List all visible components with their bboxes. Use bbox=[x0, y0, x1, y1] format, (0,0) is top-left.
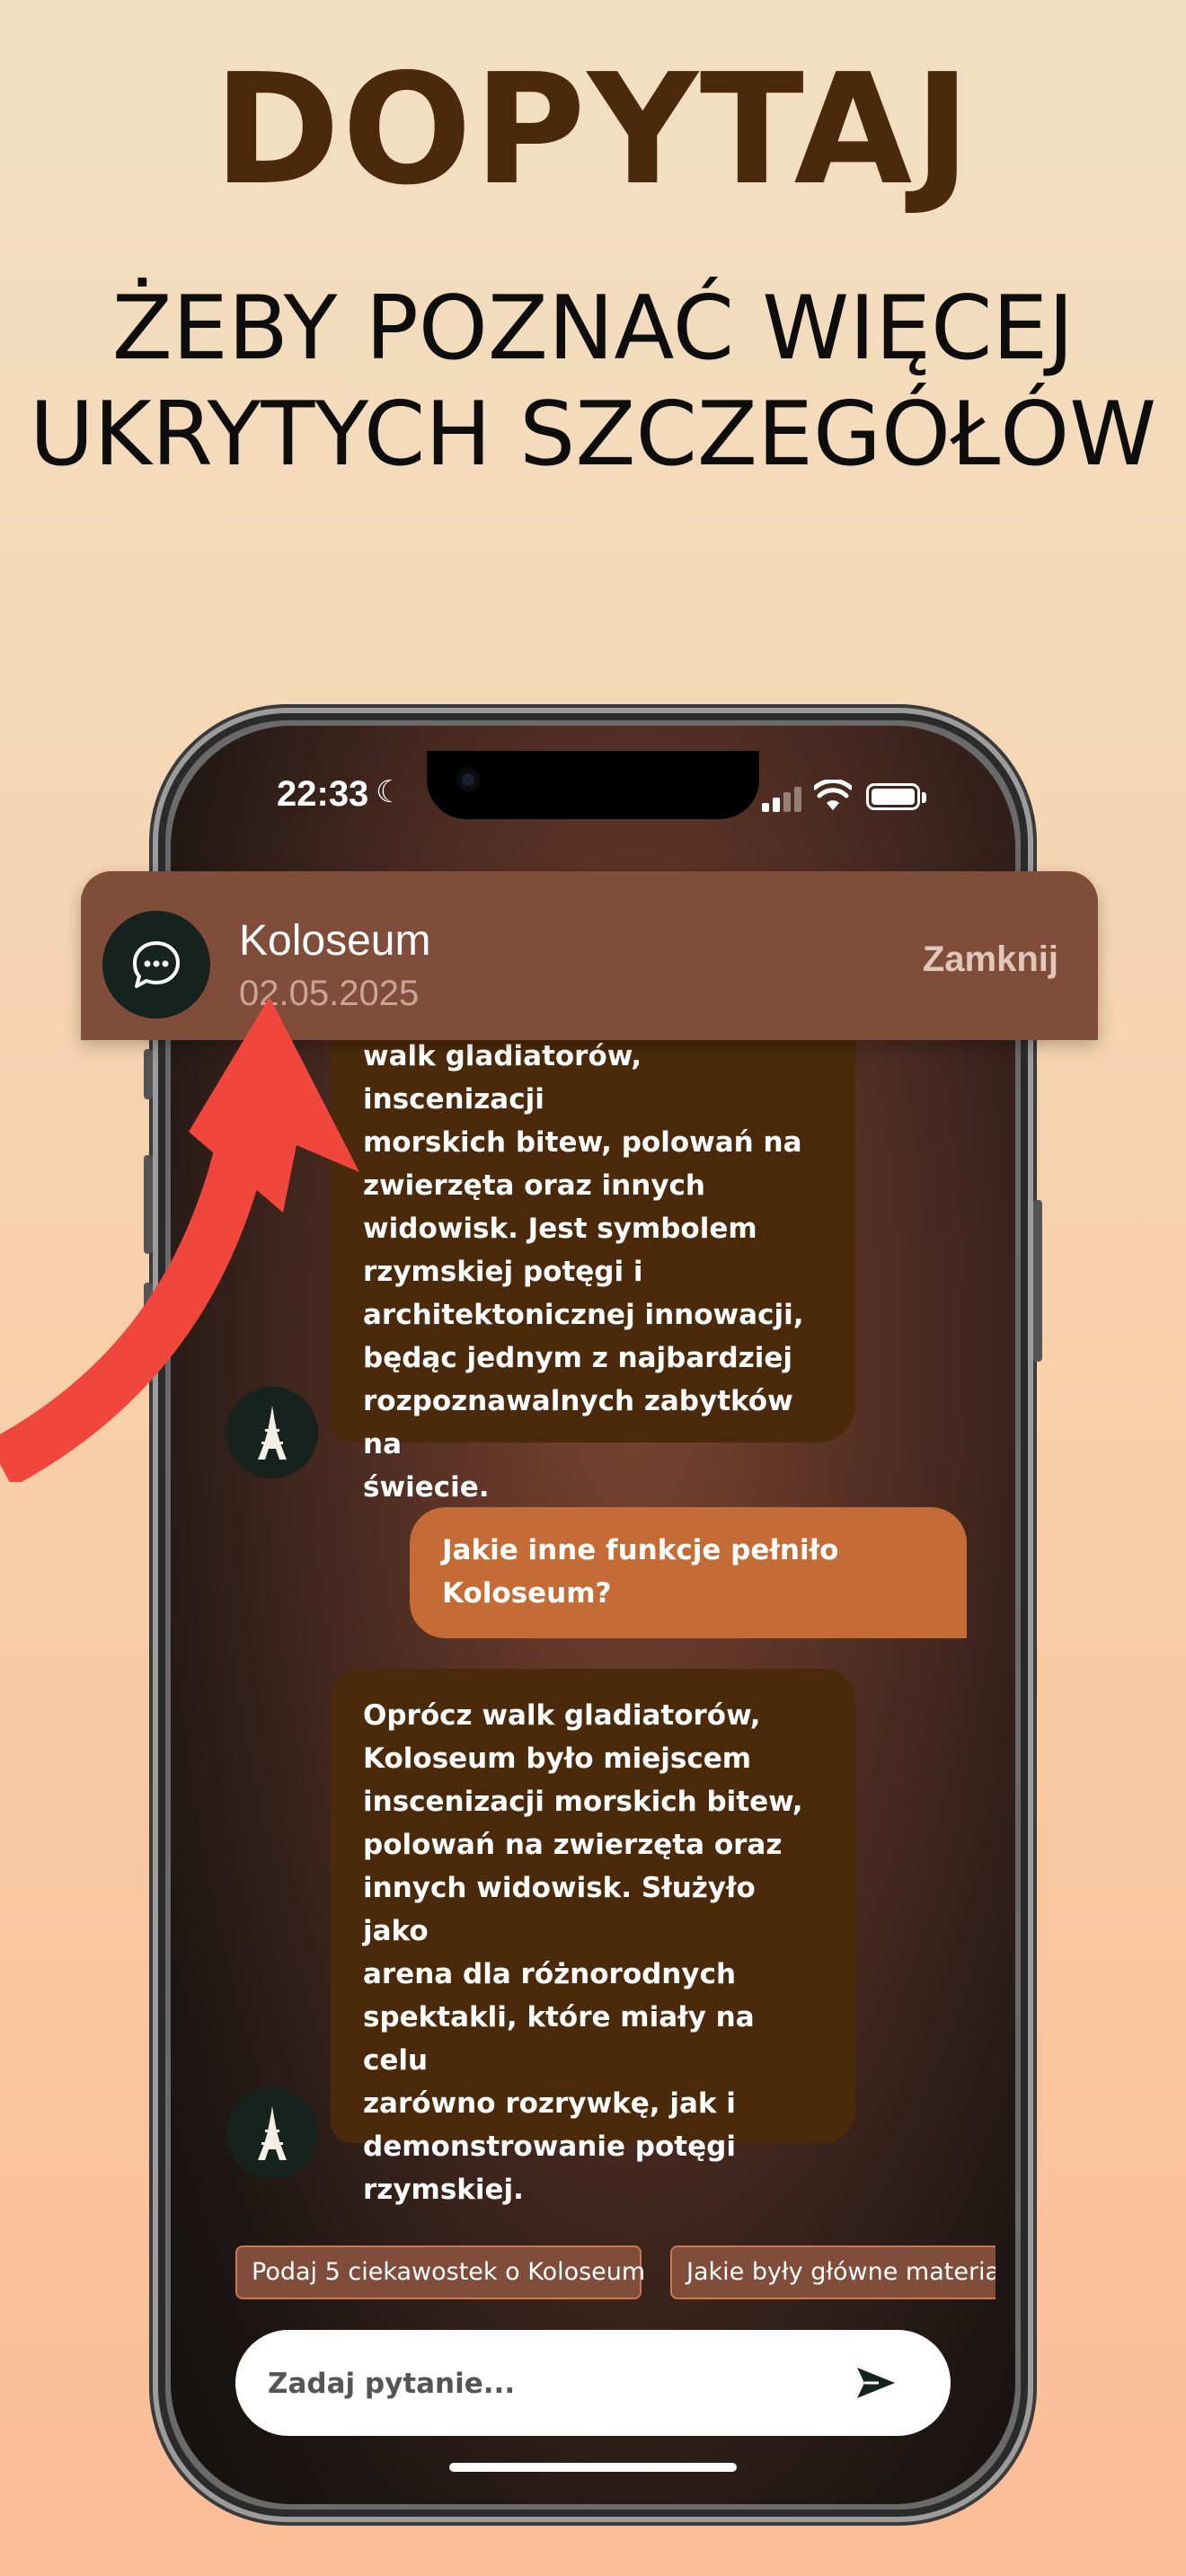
promo-subline-1: ŻEBY POZNAĆ WIĘCEJ bbox=[111, 278, 1075, 380]
message-line: Oprócz walk gladiatorów, bbox=[363, 1699, 761, 1732]
moon-icon: ☾ bbox=[376, 774, 403, 810]
message-line: arena dla różnorodnych bbox=[363, 1958, 737, 1990]
battery-tip bbox=[922, 792, 926, 803]
suggestion-chip[interactable]: Podaj 5 ciekawostek o Koloseum bbox=[235, 2245, 645, 2299]
close-button[interactable]: Zamknij bbox=[923, 940, 1058, 980]
message-line: rozpoznawalnych zabytków na bbox=[363, 1385, 793, 1460]
message-line: będąc jednym z najbardziej bbox=[363, 1342, 793, 1374]
send-icon[interactable] bbox=[848, 2360, 902, 2405]
message-line: architektonicznej innowacji, bbox=[363, 1299, 804, 1331]
user-message-bubble: Jakie inne funkcje pełniło Koloseum? bbox=[410, 1507, 967, 1638]
status-time: 22:33 bbox=[277, 774, 369, 814]
message-line: rzymskiej potęgi i bbox=[363, 1256, 643, 1288]
message-line: inscenizacji morskich bitew, bbox=[363, 1786, 803, 1818]
message-line: Jakie inne funkcje pełniło bbox=[442, 1534, 839, 1566]
wifi-icon bbox=[814, 780, 852, 810]
message-line: Koloseum? bbox=[442, 1577, 612, 1610]
assistant-avatar bbox=[226, 2087, 318, 2179]
message-line: walk gladiatorów, inscenizacji bbox=[363, 1040, 642, 1116]
assistant-message-bubble: walk gladiatorów, inscenizacji morskich … bbox=[331, 1006, 855, 1504]
home-indicator bbox=[449, 2463, 737, 2472]
promo-headline: DOPYTAJ bbox=[213, 41, 973, 219]
assistant-message-bubble: Oprócz walk gladiatorów, Koloseum było m… bbox=[331, 1669, 855, 2206]
message-line: zarówno rozrywkę, jak i bbox=[363, 2087, 736, 2120]
message-line: świecie. bbox=[363, 1471, 490, 1504]
message-line: Koloseum było miejscem bbox=[363, 1742, 752, 1775]
question-input[interactable] bbox=[266, 2360, 809, 2407]
message-line: demonstrowanie potęgi bbox=[363, 2130, 736, 2163]
suggestion-chip[interactable]: Jakie były główne materiały bbox=[670, 2245, 996, 2299]
message-line: morskich bitew, polowań na bbox=[363, 1126, 802, 1159]
message-line: widowisk. Jest symbolem bbox=[363, 1213, 757, 1245]
chat-title: Koloseum bbox=[239, 917, 431, 965]
message-line: zwierzęta oraz innych bbox=[363, 1169, 705, 1202]
signal-icon bbox=[762, 785, 801, 812]
message-line: polowań na zwierzęta oraz bbox=[363, 1829, 783, 1861]
message-line: rzymskiej. bbox=[363, 2174, 524, 2206]
message-line: innych widowisk. Służyło jako bbox=[363, 1872, 756, 1947]
front-camera bbox=[456, 768, 480, 791]
eiffel-tower-icon bbox=[258, 2106, 287, 2160]
message-line: spektakli, które miały na celu bbox=[363, 2001, 755, 2077]
promo-subline-2: UKRYTYCH SZCZEGÓŁÓW bbox=[29, 384, 1157, 486]
red-arrow-annotation bbox=[0, 997, 359, 1482]
phone-power-button bbox=[1033, 1200, 1042, 1362]
battery-icon bbox=[866, 783, 920, 810]
